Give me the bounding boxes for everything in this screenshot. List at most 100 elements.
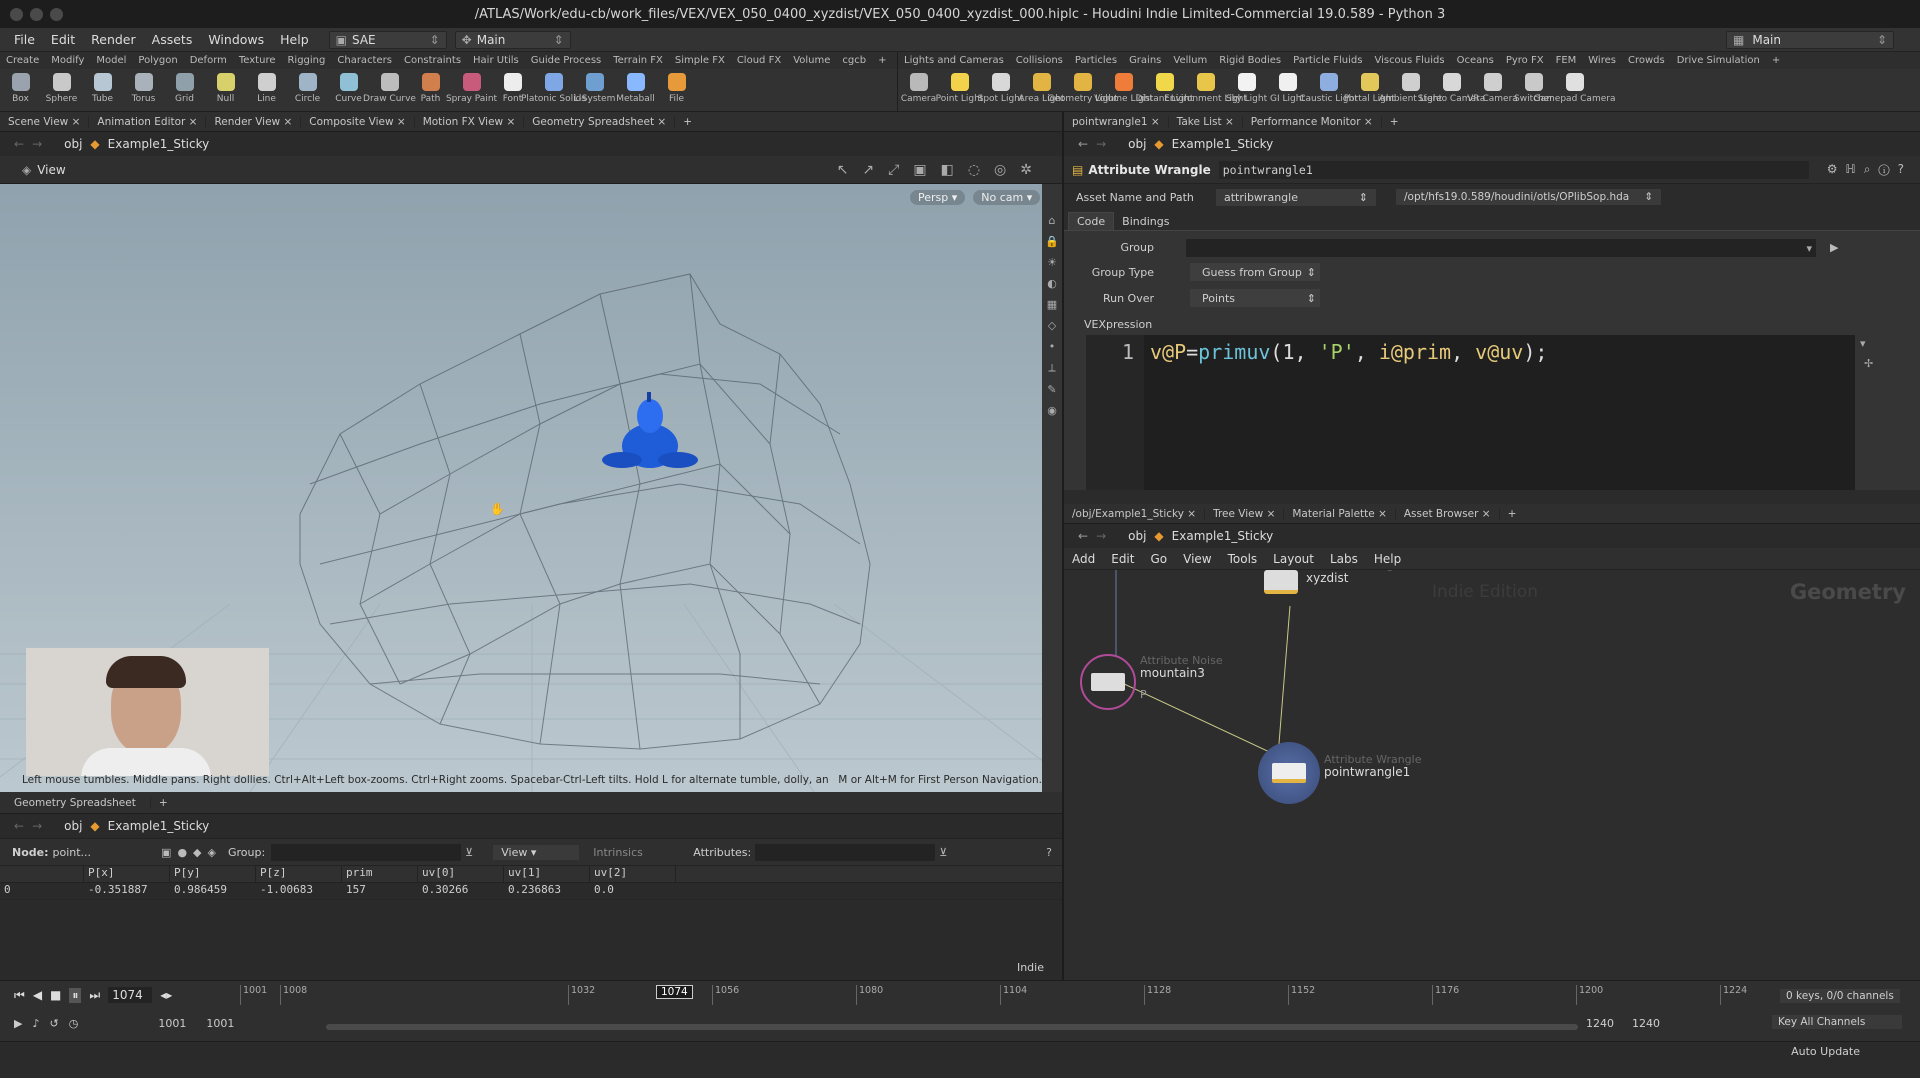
persp-dropdown[interactable]: Persp ▾ — [910, 190, 966, 205]
select-arrow-icon[interactable]: ▶ — [1830, 241, 1838, 254]
shelf-tool-l-system[interactable]: L-System — [574, 69, 615, 111]
step-icon[interactable]: ◂▸ — [160, 988, 172, 1002]
shelf-tool-metaball[interactable]: Metaball — [615, 69, 656, 111]
pane-tab[interactable]: Scene View × — [0, 115, 90, 128]
shelf-tab[interactable]: Wires — [1582, 55, 1622, 66]
shelf-tool-area-light[interactable]: Area Light — [1018, 69, 1065, 111]
menu-assets[interactable]: Assets — [144, 32, 201, 47]
forward-arrow-icon[interactable]: → — [32, 819, 42, 833]
vex-code-line[interactable]: v@P=primuv(1, 'P', i@prim, v@uv); — [1144, 335, 1547, 490]
column-header[interactable]: P[y] — [170, 866, 256, 882]
shelf-tool-torus[interactable]: Torus — [123, 69, 164, 111]
shelf-tool-camera[interactable]: Camera — [898, 69, 939, 111]
menu-file[interactable]: File — [6, 32, 43, 47]
shelf-tool-stereo-camera[interactable]: Stereo Camera — [1418, 69, 1485, 111]
back-arrow-icon[interactable]: ← — [14, 137, 24, 151]
node-mountain3[interactable]: Attribute Noise mountain3 P — [1080, 654, 1223, 710]
shelf-tab[interactable]: cgcb — [836, 55, 872, 66]
forward-arrow-icon[interactable]: → — [32, 137, 42, 151]
shelf-tab[interactable]: Particle Fluids — [1287, 55, 1368, 66]
pane-tab[interactable]: Asset Browser × — [1396, 507, 1500, 520]
shelf-tab[interactable]: Characters — [331, 55, 398, 66]
group-type-dropdown[interactable]: Guess from Group ⇕ — [1190, 263, 1320, 281]
shelf-tool-switcher[interactable]: Switcher — [1513, 69, 1554, 111]
network-menu-item[interactable]: Edit — [1103, 552, 1142, 566]
play-reverse-icon[interactable]: ◀ — [33, 988, 42, 1002]
wire-icon[interactable]: ◇ — [1048, 319, 1056, 332]
jump-start-icon[interactable]: ⏮ — [14, 988, 25, 1003]
point-icon[interactable]: • — [1049, 340, 1056, 353]
light-icon[interactable]: ☀ — [1047, 256, 1057, 269]
back-arrow-icon[interactable]: ← — [14, 819, 24, 833]
play-icon[interactable]: ⏸ — [69, 987, 82, 1003]
filter-icon[interactable]: ⊻ — [939, 846, 947, 859]
network-canvas[interactable]: Indie Edition Geometry Attribute Wrangle… — [1064, 570, 1920, 980]
expand-editor-icon[interactable]: ▾ — [1860, 337, 1866, 350]
vex-editor[interactable]: 1 v@P=primuv(1, 'P', i@prim, v@uv); — [1086, 335, 1855, 490]
shelf-tool-line[interactable]: Line — [246, 69, 287, 111]
settings-icon[interactable]: ✲ — [1020, 162, 1032, 178]
add-tab-icon[interactable]: + — [675, 116, 700, 128]
asset-path-dropdown[interactable]: /opt/hfs19.0.589/houdini/otls/OPlibSop.h… — [1396, 189, 1661, 205]
pane-tab[interactable]: pointwrangle1 × — [1064, 115, 1169, 128]
range-end-field-2[interactable]: 1240 — [1632, 1017, 1660, 1030]
intrinsics-dropdown[interactable]: Intrinsics — [593, 846, 693, 859]
shelf-tab[interactable]: FEM — [1550, 55, 1583, 66]
grid-icon[interactable]: ▦ — [1047, 298, 1057, 311]
network-menu-item[interactable]: Tools — [1220, 552, 1266, 566]
shelf-tool-spray-paint[interactable]: Spray Paint — [446, 69, 497, 111]
add-tab-icon[interactable]: + — [1500, 508, 1525, 520]
add-shelf-icon[interactable]: + — [1766, 55, 1786, 66]
shelf-tool-sky-light[interactable]: Sky Light — [1226, 69, 1267, 111]
shelf-tab[interactable]: Guide Process — [525, 55, 607, 66]
shelf-tab[interactable]: Grains — [1123, 55, 1167, 66]
shelf-tool-spot-light[interactable]: Spot Light — [978, 69, 1023, 111]
jump-end-icon[interactable]: ⏭ — [89, 988, 100, 1003]
range-start-field[interactable]: 1001 — [158, 1017, 186, 1030]
shelf-tool-path[interactable]: Path — [410, 69, 451, 111]
shelf-tab[interactable]: Particles — [1069, 55, 1123, 66]
pane-tab[interactable]: Material Palette × — [1284, 507, 1396, 520]
brush-icon[interactable]: ✎ — [1047, 383, 1056, 396]
column-header[interactable]: prim — [342, 866, 418, 882]
display-icon[interactable]: ▣ — [913, 162, 926, 178]
shelf-tool-gamepad-camera[interactable]: Gamepad Camera — [1534, 69, 1615, 111]
shelf-tool-box[interactable]: Box — [0, 69, 41, 111]
viewport[interactable]: Persp ▾ No cam ▾ ✋ Left mouse tumbles. M… — [0, 184, 1062, 792]
camera-icon[interactable]: ◎ — [994, 162, 1006, 178]
add-tab-icon[interactable]: + — [1382, 116, 1407, 128]
shelf-tab[interactable]: Polygon — [132, 55, 183, 66]
shelf-tool-sphere[interactable]: Sphere — [41, 69, 82, 111]
attributes-field[interactable] — [755, 843, 936, 861]
filter-icon[interactable]: ⊻ — [465, 846, 473, 859]
shelf-tool-portal-light[interactable]: Portal Light — [1344, 69, 1395, 111]
shelf-tool-environment-light[interactable]: Environment Light — [1164, 69, 1247, 111]
shelf-tool-platonic-solids[interactable]: Platonic Solids — [521, 69, 586, 111]
auto-update-dropdown[interactable]: Auto Update — [1791, 1045, 1860, 1058]
network-menu-item[interactable]: Go — [1142, 552, 1175, 566]
help-icon[interactable]: ? — [1046, 846, 1052, 859]
pane-tab[interactable]: Animation Editor × — [89, 115, 207, 128]
obj-path[interactable]: obj — [64, 819, 82, 833]
sheet-tab[interactable]: Geometry Spreadsheet — [0, 796, 151, 809]
pane-tab[interactable]: Take List × — [1169, 115, 1243, 128]
shelf-tab[interactable]: Simple FX — [669, 55, 731, 66]
snap-icon[interactable]: ◧ — [941, 162, 954, 178]
network-menu-item[interactable]: Labs — [1322, 552, 1366, 566]
back-arrow-icon[interactable]: ← — [1078, 137, 1088, 151]
shelf-tool-draw-curve[interactable]: Draw Curve — [363, 69, 416, 111]
shelf-tab[interactable]: Deform — [184, 55, 233, 66]
column-header[interactable]: uv[0] — [418, 866, 504, 882]
clock-icon[interactable]: ◷ — [69, 1017, 79, 1030]
shelf-tab[interactable]: Collisions — [1010, 55, 1069, 66]
pane-tab[interactable]: Render View × — [206, 115, 302, 128]
shelf-tool-caustic-light[interactable]: Caustic Light — [1299, 69, 1358, 111]
desktop-right-dropdown[interactable]: ▦ Main ⇕ — [1726, 30, 1894, 49]
group-param-field[interactable]: ▾ — [1186, 239, 1816, 257]
normal-icon[interactable]: ⟂ — [1048, 361, 1055, 375]
current-frame-field[interactable]: 1074 — [108, 987, 153, 1003]
range-end-field[interactable]: 1240 — [1586, 1017, 1614, 1030]
asset-name-dropdown[interactable]: attribwrangle ⇕ — [1216, 188, 1376, 206]
timeline-ruler[interactable]: 1001 1008 1032 1056 1080 1104 1128 1152 1176 1200… — [240, 985, 1747, 1011]
column-header[interactable]: uv[2] — [590, 866, 676, 882]
